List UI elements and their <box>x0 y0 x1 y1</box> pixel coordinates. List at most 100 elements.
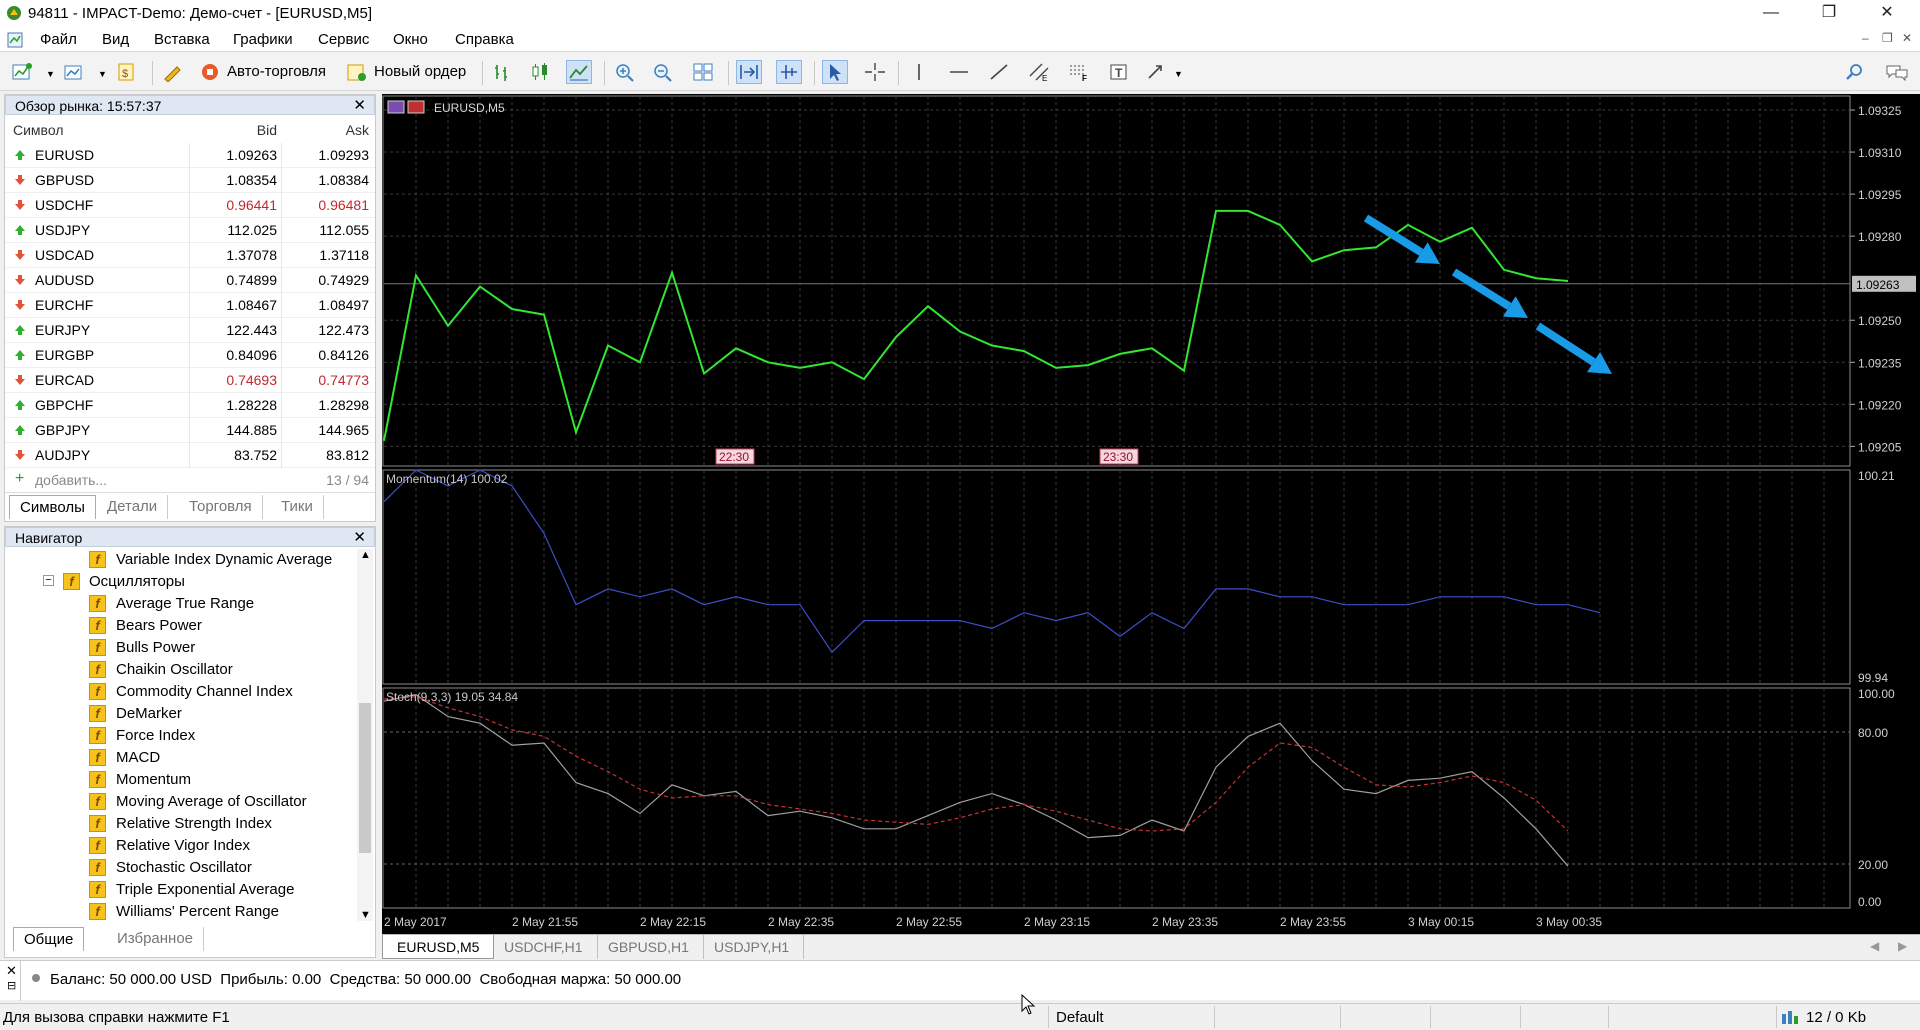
column-ask[interactable]: Ask <box>346 122 369 138</box>
new-order-icon[interactable] <box>344 60 370 84</box>
connection-icon[interactable] <box>1780 1008 1800 1026</box>
add-symbol-row[interactable]: + добавить... 13 / 94 <box>5 468 375 493</box>
menu-charts[interactable]: Графики <box>233 31 293 48</box>
close-icon[interactable]: ✕ <box>353 528 366 546</box>
table-row[interactable]: EURCHF 1.08467 1.08497 <box>5 293 375 318</box>
table-row[interactable]: AUDUSD 0.74899 0.74929 <box>5 268 375 293</box>
title-bar: 94811 - IMPACT-Demo: Демо-счет - [EURUSD… <box>0 0 1920 28</box>
menu-help[interactable]: Справка <box>455 31 514 48</box>
menu-window[interactable]: Окно <box>393 31 428 48</box>
table-row[interactable]: EURGBP 0.84096 0.84126 <box>5 343 375 368</box>
auto-trading-icon[interactable] <box>198 60 224 84</box>
menu-insert[interactable]: Вставка <box>154 31 210 48</box>
chart-canvas[interactable]: 1.09325 1.09310 1.09295 1.09280 1.09250 1.092… <box>382 94 1920 936</box>
candlestick-icon[interactable] <box>528 60 554 84</box>
chart-window[interactable]: 1.09325 1.09310 1.09295 1.09280 1.09250 1.092… <box>382 94 1920 936</box>
close-icon[interactable]: ✕ <box>6 963 17 979</box>
bid-cell: 1.08467 <box>226 297 277 313</box>
account-summary: Баланс: 50 000.00 USD Прибыль: 0.00 Сред… <box>50 971 682 988</box>
new-order-button[interactable]: Новый ордер <box>374 63 466 80</box>
vertical-line-icon[interactable] <box>906 60 932 84</box>
meta-editor-icon[interactable] <box>160 60 186 84</box>
chart-shift-icon[interactable] <box>776 60 802 84</box>
crosshair-icon[interactable] <box>862 60 888 84</box>
profiles-icon[interactable] <box>62 60 88 84</box>
minimize-button[interactable]: — <box>1748 0 1794 28</box>
chevron-down-icon[interactable]: ▼ <box>46 69 55 79</box>
close-button[interactable]: ✕ <box>1864 0 1910 28</box>
chevron-down-icon[interactable]: ▼ <box>1174 69 1183 79</box>
mdi-restore-button[interactable]: ❐ <box>1882 31 1893 45</box>
scroll-down-icon[interactable]: ▼ <box>360 909 371 921</box>
tab-ticks[interactable]: Тики <box>271 495 324 519</box>
tab-symbols[interactable]: Символы <box>9 495 96 519</box>
menu-tools[interactable]: Сервис <box>318 31 369 48</box>
table-row[interactable]: EURJPY 122.443 122.473 <box>5 318 375 343</box>
column-symbol[interactable]: Символ <box>13 122 63 138</box>
auto-trading-button[interactable]: Авто-торговля <box>227 63 326 80</box>
table-row[interactable]: EURCAD 0.74693 0.74773 <box>5 368 375 393</box>
table-row[interactable]: USDCAD 1.37078 1.37118 <box>5 243 375 268</box>
collapse-icon[interactable]: − <box>43 575 54 586</box>
chat-icon[interactable] <box>1884 60 1910 84</box>
auto-scroll-icon[interactable] <box>736 60 762 84</box>
chevron-down-icon[interactable]: ▼ <box>98 69 107 79</box>
fibonacci-icon[interactable]: F <box>1066 60 1092 84</box>
chart-tab[interactable]: GBPUSD,H1 <box>594 935 704 959</box>
table-row[interactable]: USDJPY 112.025 112.055 <box>5 218 375 243</box>
indicator-icon: f <box>89 639 106 656</box>
tile-windows-icon[interactable] <box>690 60 716 84</box>
market-watch-icon[interactable]: $ <box>114 60 140 84</box>
stoch-tick-label: 100.00 <box>1858 687 1895 701</box>
indicator-icon: f <box>89 617 106 634</box>
mdi-close-button[interactable]: ✕ <box>1902 31 1912 45</box>
table-row[interactable]: GBPCHF 1.28228 1.28298 <box>5 393 375 418</box>
chart-tab[interactable]: USDJPY,H1 <box>700 935 805 959</box>
tab-favorites[interactable]: Избранное <box>107 927 205 951</box>
tab-trading[interactable]: Торговля <box>179 495 263 519</box>
arrow-up-icon <box>15 400 25 410</box>
new-chart-icon[interactable] <box>10 60 36 84</box>
tab-details[interactable]: Детали <box>97 495 169 519</box>
time-tick-label: 2 May 22:15 <box>640 915 706 929</box>
table-row[interactable]: USDCHF 0.96441 0.96481 <box>5 193 375 218</box>
restore-button[interactable]: ❐ <box>1806 0 1852 28</box>
bar-chart-icon[interactable] <box>490 60 516 84</box>
scroll-thumb[interactable] <box>359 703 371 853</box>
scroll-up-icon[interactable]: ▲ <box>360 549 371 561</box>
cursor-icon[interactable] <box>822 60 848 84</box>
ask-cell: 1.09293 <box>318 147 369 163</box>
document-icon[interactable] <box>6 31 24 49</box>
scroll-right-icon[interactable]: ▶ <box>1898 939 1907 953</box>
arrow-up-icon <box>15 425 25 435</box>
text-label-icon[interactable]: T <box>1106 60 1132 84</box>
chart-tab[interactable]: EURUSD,M5 <box>382 935 495 959</box>
time-tick-label: 3 May 00:35 <box>1536 915 1602 929</box>
profile-name[interactable]: Default <box>1056 1009 1104 1026</box>
zoom-in-icon[interactable] <box>612 60 638 84</box>
menu-view[interactable]: Вид <box>102 31 129 48</box>
add-symbol-label[interactable]: добавить... <box>35 472 107 488</box>
tab-common[interactable]: Общие <box>13 927 85 951</box>
menu-file[interactable]: Файл <box>40 31 77 48</box>
chart-tab[interactable]: USDCHF,H1 <box>490 935 598 959</box>
zoom-out-icon[interactable] <box>650 60 676 84</box>
arrows-icon[interactable] <box>1144 60 1170 84</box>
table-row[interactable]: GBPUSD 1.08354 1.08384 <box>5 168 375 193</box>
navigator-scrollbar[interactable]: ▲ ▼ <box>357 549 373 921</box>
column-bid[interactable]: Bid <box>257 122 277 138</box>
table-row[interactable]: AUDJPY 83.752 83.812 <box>5 443 375 468</box>
search-icon[interactable] <box>1842 60 1868 84</box>
equidistant-channel-icon[interactable]: E <box>1026 60 1052 84</box>
mdi-minimize-button[interactable]: – <box>1862 31 1869 45</box>
trend-line-icon[interactable] <box>986 60 1012 84</box>
horizontal-line-icon[interactable] <box>946 60 972 84</box>
scroll-left-icon[interactable]: ◀ <box>1870 939 1879 953</box>
ask-cell: 144.965 <box>318 422 369 438</box>
line-chart-icon[interactable] <box>566 60 592 84</box>
table-row[interactable]: EURUSD 1.09263 1.09293 <box>5 143 375 168</box>
table-header: Символ Bid Ask <box>5 117 375 143</box>
table-row[interactable]: GBPJPY 144.885 144.965 <box>5 418 375 443</box>
close-icon[interactable]: ✕ <box>353 96 366 114</box>
time-tick-label: 2 May 23:35 <box>1152 915 1218 929</box>
